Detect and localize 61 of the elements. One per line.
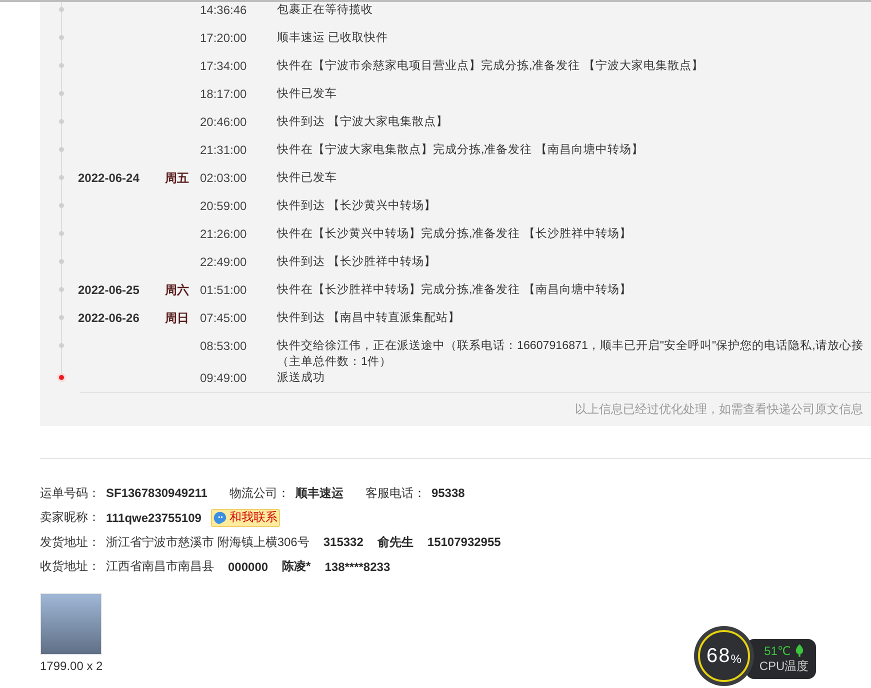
event-text: 快件在【宁波大家电集散点】完成分拣,准备发往 【南昌向塘中转场】 xyxy=(277,142,644,158)
field-value: 江西省南昌市南昌县 xyxy=(106,558,214,576)
field-label: 卖家昵称： xyxy=(40,509,100,526)
time-text: 09:49:00 xyxy=(200,371,247,385)
time-text: 21:31:00 xyxy=(200,143,247,157)
field-value: 111qwe23755109 xyxy=(106,510,202,525)
event-text: 快件交给徐江伟，正在派送途中（联系电话：16607916871，顺丰已开启"安全呼叫"保护您的电话隐私,请放心接 xyxy=(277,338,864,354)
field-value: 顺丰速运 xyxy=(295,484,344,502)
event-text: 快件在【宁波市余慈家电项目营业点】完成分拣,准备发往 【宁波大家电集散点】 xyxy=(277,58,704,74)
event-text: 快件已发车 xyxy=(277,86,338,102)
event-text: （主单总件数：1件） xyxy=(277,354,392,370)
tracking-note: 以上信息已经过优化处理，如需查看快递公司原文信息 xyxy=(575,402,863,416)
field-value: 000000 xyxy=(228,560,268,574)
field-label: 物流公司： xyxy=(229,484,290,502)
time-text: 20:46:00 xyxy=(200,115,247,129)
date-text: 2022-06-24 xyxy=(78,171,140,185)
event-text: 快件在【长沙胜祥中转场】完成分拣,准备发往 【南昌向塘中转场】 xyxy=(277,282,632,298)
time-text: 20:59:00 xyxy=(200,199,247,213)
time-text: 14:36:46 xyxy=(200,3,247,17)
contact-seller-button[interactable]: 和我联系 xyxy=(211,508,280,527)
field-label: 收货地址： xyxy=(40,558,100,576)
weekday-text: 周六 xyxy=(165,283,189,297)
cpu-label: CPU温度 xyxy=(759,658,809,674)
field-value: SF1367830949211 xyxy=(106,486,208,500)
date-text: 2022-06-25 xyxy=(78,283,140,297)
field-value: 俞先生 xyxy=(377,534,414,551)
time-text: 17:20:00 xyxy=(200,31,247,45)
event-text: 快件到达 【长沙胜祥中转场】 xyxy=(277,254,438,270)
time-text: 02:03:00 xyxy=(200,171,247,185)
weekday-text: 周五 xyxy=(165,171,189,185)
field-value: 95338 xyxy=(431,486,465,500)
event-text: 包裹正在等待揽收 xyxy=(277,2,374,18)
time-text: 22:49:00 xyxy=(200,255,247,269)
event-text: 顺丰速运 已收取快件 xyxy=(277,30,390,46)
time-text: 08:53:00 xyxy=(200,339,247,353)
time-text: 18:17:00 xyxy=(200,87,247,101)
field-label: 运单号码： xyxy=(40,484,100,502)
product-photo-placeholder[interactable] xyxy=(40,593,102,655)
event-text: 派送成功 xyxy=(277,370,326,386)
chat-bubble-icon xyxy=(213,510,228,525)
event-text: 快件到达 【长沙黄兴中转场】 xyxy=(277,198,438,214)
field-value: 315332 xyxy=(323,535,364,550)
weekday-text: 周日 xyxy=(165,311,189,325)
leaf-icon xyxy=(794,644,804,657)
field-label: 发货地址： xyxy=(40,534,100,551)
time-text: 01:51:00 xyxy=(200,283,247,297)
field-value: 陈凌* xyxy=(282,558,311,576)
event-text: 快件在【长沙黄兴中转场】完成分拣,准备发往 【长沙胜祥中转场】 xyxy=(277,226,632,242)
time-text: 07:45:00 xyxy=(200,311,247,325)
field-value: 138****8233 xyxy=(324,560,390,574)
temperature-text: 51℃ xyxy=(764,644,791,658)
field-value: 浙江省宁波市慈溪市 附海镇上横306号 xyxy=(106,534,310,551)
event-text: 快件到达 【宁波大家电集散点】 xyxy=(277,114,450,130)
event-text: 快件已发车 xyxy=(277,170,338,186)
field-label: 客服电话： xyxy=(365,484,426,502)
date-text: 2022-06-26 xyxy=(78,311,140,325)
product-price: 1799.00 x 2 xyxy=(40,659,103,673)
event-text: 快件到达 【南昌中转直派集配站】 xyxy=(277,310,462,326)
time-text: 17:34:00 xyxy=(200,59,247,73)
field-value: 15107932955 xyxy=(427,535,501,550)
time-text: 21:26:00 xyxy=(200,227,247,241)
